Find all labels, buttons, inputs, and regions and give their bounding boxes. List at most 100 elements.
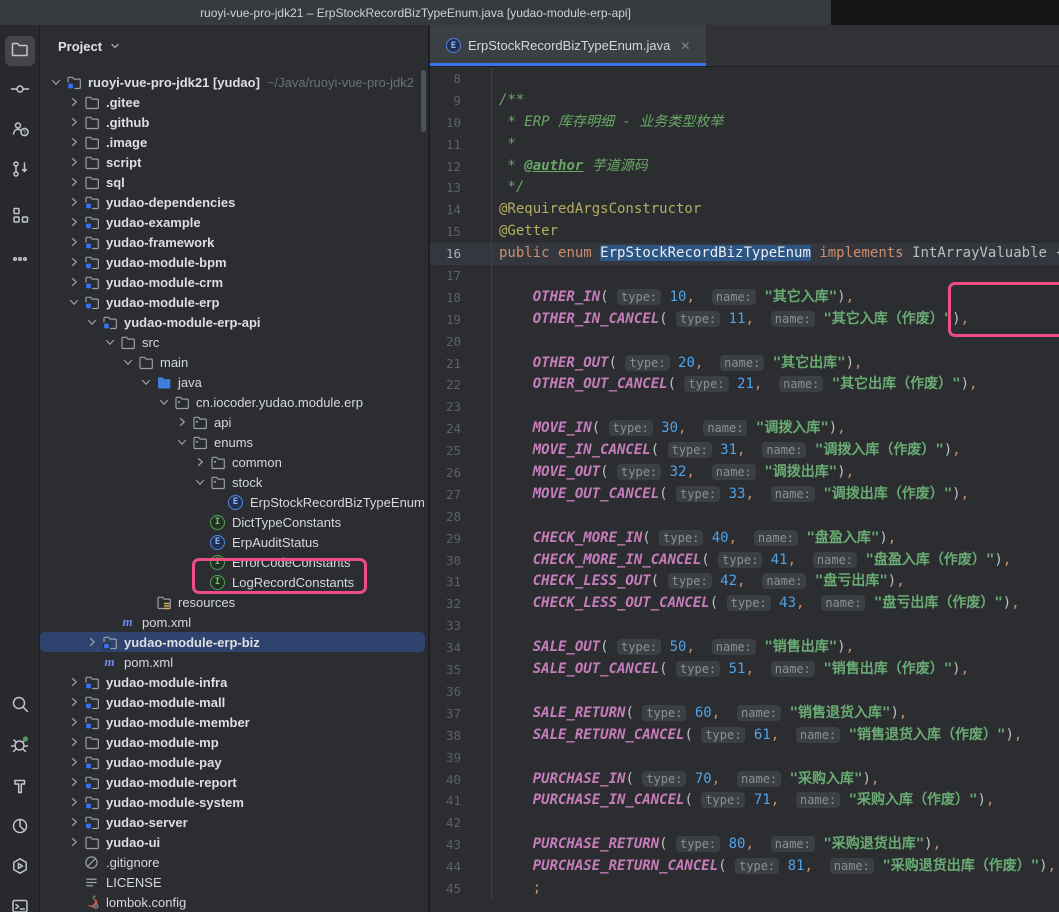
chevron-right-icon[interactable]	[65, 154, 83, 170]
line-number[interactable]: 19	[430, 309, 492, 331]
tree-item-yudao-framework[interactable]: yudao-framework	[40, 232, 428, 252]
code-line-32[interactable]: 32 CHECK_LESS_OUT_CANCEL( type: 43, name…	[430, 593, 1059, 615]
line-number[interactable]: 30	[430, 550, 492, 572]
code-line-24[interactable]: 24 MOVE_IN( type: 30, name: "调拨入库"),	[430, 418, 1059, 440]
line-number[interactable]: 44	[430, 856, 492, 878]
tree-item-ruoyi-vue-pro-jdk21-yudao[interactable]: ruoyi-vue-pro-jdk21 [yudao]~/Java/ruoyi-…	[40, 72, 428, 92]
chevron-down-icon[interactable]	[108, 39, 122, 53]
line-number[interactable]: 8	[430, 68, 492, 90]
tree-item-script[interactable]: script	[40, 152, 428, 172]
chevron-right-icon[interactable]	[65, 794, 83, 810]
code-line-23[interactable]: 23	[430, 396, 1059, 418]
line-number[interactable]: 32	[430, 593, 492, 615]
tree-item-sql[interactable]: sql	[40, 172, 428, 192]
line-number[interactable]: 9	[430, 90, 492, 112]
pull-requests-tool-button[interactable]	[5, 156, 35, 186]
project-tool-button[interactable]	[5, 36, 35, 66]
line-number[interactable]: 45	[430, 878, 492, 900]
commit-tool-button[interactable]	[5, 76, 35, 106]
code-line-43[interactable]: 43 PURCHASE_RETURN( type: 80, name: "采购退…	[430, 834, 1059, 856]
tree-item-yudao-module-member[interactable]: yudao-module-member	[40, 712, 428, 732]
line-number[interactable]: 42	[430, 812, 492, 834]
terminal-tool-button[interactable]	[5, 893, 35, 912]
tree-item-errorcodeconstants[interactable]: IErrorCodeConstants	[40, 552, 428, 572]
line-number[interactable]: 33	[430, 615, 492, 637]
line-number[interactable]: 36	[430, 681, 492, 703]
code-line-29[interactable]: 29 CHECK_MORE_IN( type: 40, name: "盘盈入库"…	[430, 528, 1059, 550]
tree-item-yudao-module-bpm[interactable]: yudao-module-bpm	[40, 252, 428, 272]
build-tool-button[interactable]	[5, 773, 35, 803]
chevron-right-icon[interactable]	[65, 274, 83, 290]
chevron-right-icon[interactable]	[65, 814, 83, 830]
line-number[interactable]: 14	[430, 199, 492, 221]
chevron-right-icon[interactable]	[65, 734, 83, 750]
tree-item-yudao-module-crm[interactable]: yudao-module-crm	[40, 272, 428, 292]
code-line-37[interactable]: 37 SALE_RETURN( type: 60, name: "销售退货入库"…	[430, 703, 1059, 725]
code-line-15[interactable]: 15@Getter	[430, 221, 1059, 243]
line-number[interactable]: 41	[430, 790, 492, 812]
line-number[interactable]: 39	[430, 747, 492, 769]
tree-item-yudao-module-system[interactable]: yudao-module-system	[40, 792, 428, 812]
tree-item-yudao-server[interactable]: yudao-server	[40, 812, 428, 832]
tree-item-yudao-module-mp[interactable]: yudao-module-mp	[40, 732, 428, 752]
tree-item-yudao-module-mall[interactable]: yudao-module-mall	[40, 692, 428, 712]
line-number[interactable]: 12	[430, 156, 492, 178]
structure-tool-button[interactable]	[5, 202, 35, 232]
chevron-right-icon[interactable]	[65, 774, 83, 790]
code-line-45[interactable]: 45 ;	[430, 878, 1059, 900]
tree-item-erpauditstatus[interactable]: EErpAuditStatus	[40, 532, 428, 552]
tree-item-yudao-module-infra[interactable]: yudao-module-infra	[40, 672, 428, 692]
line-number[interactable]: 37	[430, 703, 492, 725]
code-line-38[interactable]: 38 SALE_RETURN_CANCEL( type: 61, name: "…	[430, 725, 1059, 747]
code-line-30[interactable]: 30 CHECK_MORE_IN_CANCEL( type: 41, name:…	[430, 550, 1059, 572]
line-number[interactable]: 13	[430, 177, 492, 199]
chevron-right-icon[interactable]	[65, 234, 83, 250]
tree-item-dicttypeconstants[interactable]: IDictTypeConstants	[40, 512, 428, 532]
chevron-right-icon[interactable]	[191, 454, 209, 470]
line-number[interactable]: 25	[430, 440, 492, 462]
code-line-8[interactable]: 8	[430, 68, 1059, 90]
chevron-down-icon[interactable]	[155, 394, 173, 410]
tree-item-pom-xml[interactable]: mpom.xml	[40, 652, 428, 672]
code-line-41[interactable]: 41 PURCHASE_IN_CANCEL( type: 71, name: "…	[430, 790, 1059, 812]
code-line-27[interactable]: 27 MOVE_OUT_CANCEL( type: 33, name: "调拨出…	[430, 484, 1059, 506]
line-number[interactable]: 10	[430, 112, 492, 134]
debug-tool-button[interactable]	[5, 731, 35, 761]
code-line-34[interactable]: 34 SALE_OUT( type: 50, name: "销售出库"),	[430, 637, 1059, 659]
line-number[interactable]: 17	[430, 265, 492, 287]
tree-item-gitignore[interactable]: .gitignore	[40, 852, 428, 872]
line-number[interactable]: 21	[430, 353, 492, 375]
code-line-10[interactable]: 10 * ERP 库存明细 - 业务类型枚举	[430, 112, 1059, 134]
line-number[interactable]: 20	[430, 331, 492, 353]
tree-item-license[interactable]: LICENSE	[40, 872, 428, 892]
chevron-right-icon[interactable]	[65, 174, 83, 190]
code-line-33[interactable]: 33	[430, 615, 1059, 637]
tree-item-yudao-example[interactable]: yudao-example	[40, 212, 428, 232]
code-line-12[interactable]: 12 * @author 芋道源码	[430, 156, 1059, 178]
code-line-40[interactable]: 40 PURCHASE_IN( type: 70, name: "采购入库"),	[430, 769, 1059, 791]
profiler-tool-button[interactable]	[5, 813, 35, 843]
code-editor[interactable]: 89/**10 * ERP 库存明细 - 业务类型枚举11 *12 * @aut…	[430, 67, 1059, 900]
tree-item-yudao-dependencies[interactable]: yudao-dependencies	[40, 192, 428, 212]
code-line-42[interactable]: 42	[430, 812, 1059, 834]
line-number[interactable]: 40	[430, 769, 492, 791]
code-line-25[interactable]: 25 MOVE_IN_CANCEL( type: 31, name: "调拨入库…	[430, 440, 1059, 462]
more-tools-button[interactable]	[5, 246, 35, 276]
tree-item-yudao-ui[interactable]: yudao-ui	[40, 832, 428, 852]
code-line-44[interactable]: 44 PURCHASE_RETURN_CANCEL( type: 81, nam…	[430, 856, 1059, 878]
tree-item-erpstockrecordbiztypeenum[interactable]: EErpStockRecordBizTypeEnum	[40, 492, 428, 512]
code-line-16[interactable]: 16public enum ErpStockRecordBizTypeEnum …	[430, 243, 1059, 265]
chevron-down-icon[interactable]	[119, 354, 137, 370]
tree-item-common[interactable]: common	[40, 452, 428, 472]
tree-item-api[interactable]: api	[40, 412, 428, 432]
line-number[interactable]: 24	[430, 418, 492, 440]
tree-item-gitee[interactable]: .gitee	[40, 92, 428, 112]
line-number[interactable]: 16	[430, 243, 492, 265]
code-line-18[interactable]: 18 OTHER_IN( type: 10, name: "其它入库"),	[430, 287, 1059, 309]
chevron-right-icon[interactable]	[65, 714, 83, 730]
chevron-right-icon[interactable]	[65, 754, 83, 770]
line-number[interactable]: 31	[430, 571, 492, 593]
line-number[interactable]: 18	[430, 287, 492, 309]
chevron-down-icon[interactable]	[47, 74, 65, 90]
chevron-right-icon[interactable]	[65, 214, 83, 230]
